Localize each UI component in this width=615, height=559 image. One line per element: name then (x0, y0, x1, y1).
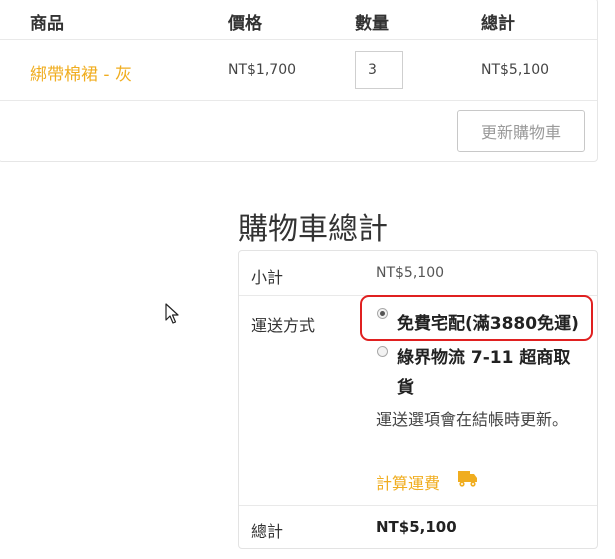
column-header-quantity: 數量 (355, 14, 389, 34)
calculate-shipping-link[interactable]: 計算運費 (376, 470, 440, 494)
subtotal-label: 小計 (251, 268, 284, 287)
column-header-product: 商品 (30, 14, 64, 34)
shipping-option-ecpay-711-radio[interactable] (377, 346, 388, 357)
order-total-value: NT$5,100 (376, 518, 457, 536)
header-divider (0, 39, 597, 40)
shipping-note: 運送選項會在結帳時更新。 (376, 410, 569, 429)
item-price: NT$1,700 (228, 62, 297, 78)
update-cart-button[interactable]: 更新購物車 (457, 110, 585, 152)
truck-icon[interactable] (458, 470, 478, 488)
annotation-highlight-box (360, 295, 593, 341)
product-name-link[interactable]: 綁帶棉裙 - 灰 (30, 60, 132, 85)
order-total-label: 總計 (251, 522, 284, 541)
cart-totals-title: 購物車總計 (238, 212, 388, 247)
quantity-input[interactable] (355, 51, 403, 89)
shipping-option-ecpay-711-label[interactable]: 綠界物流 7-11 超商取貨 (397, 343, 587, 403)
subtotal-value: NT$5,100 (376, 265, 445, 281)
mouse-cursor-icon (165, 303, 179, 325)
column-header-total: 總計 (481, 14, 515, 34)
row-divider (0, 100, 597, 101)
shipping-method-label: 運送方式 (251, 316, 316, 335)
total-divider (239, 505, 597, 506)
column-header-price: 價格 (228, 14, 262, 34)
item-total: NT$5,100 (481, 62, 550, 78)
